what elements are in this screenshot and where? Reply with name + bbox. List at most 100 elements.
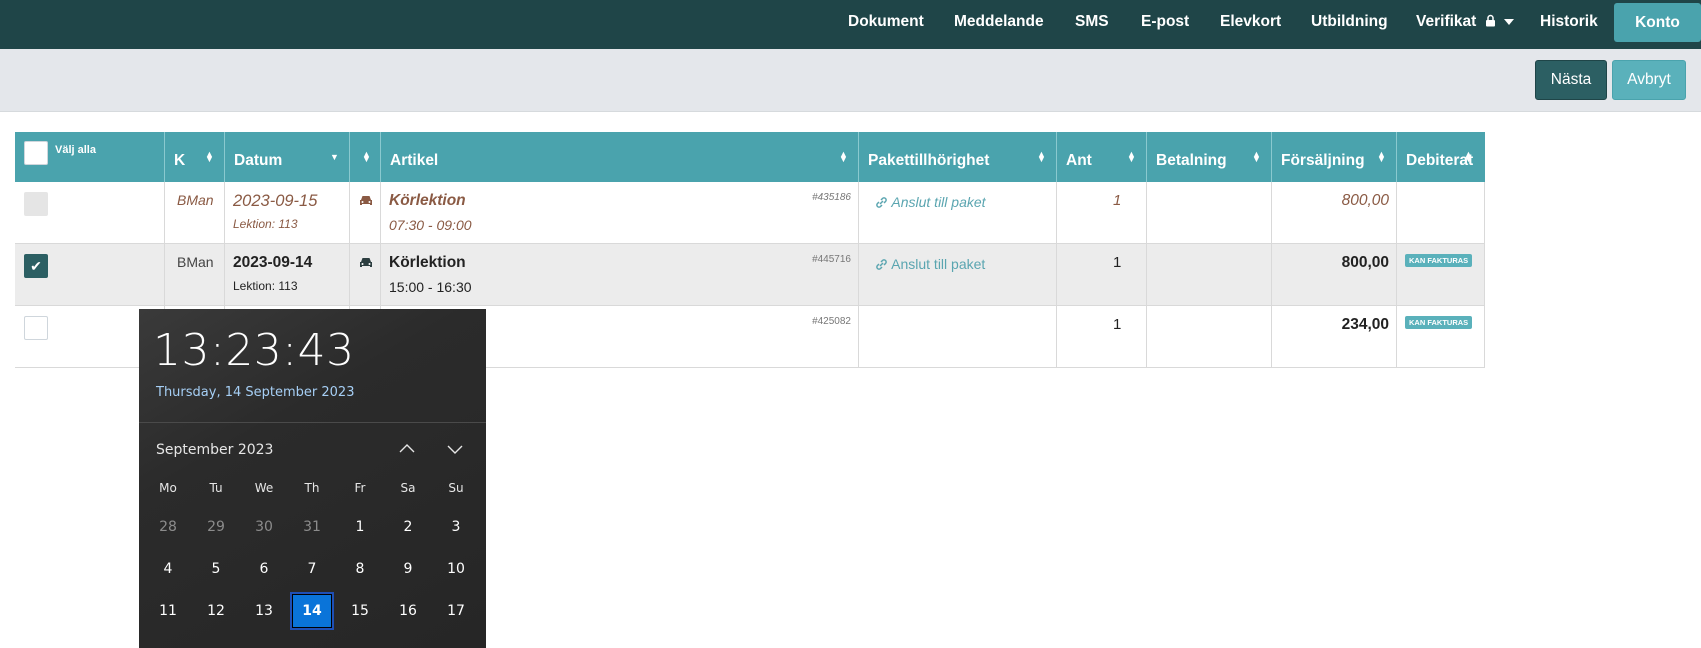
column-header-debiterat[interactable]: Debiterat ▲ ▼ — [1397, 132, 1485, 182]
calendar-day[interactable]: 2 — [386, 508, 430, 546]
calendar-day[interactable]: 3 — [434, 508, 478, 546]
sort-icon: ▲ ▼ — [1037, 149, 1046, 164]
next-button[interactable]: Nästa — [1535, 60, 1607, 100]
join-package-label: Anslut till paket — [891, 194, 986, 210]
nav-meddelande[interactable]: Meddelande — [954, 0, 1044, 44]
account-button[interactable]: Konto — [1614, 3, 1701, 42]
date-cell: 2023-09-15 Lektion: 113 — [225, 182, 350, 244]
calendar-day[interactable]: 1 — [338, 508, 382, 546]
nav-historik[interactable]: Historik — [1540, 0, 1598, 44]
column-header-artikel[interactable]: Artikel ▲ ▼ — [381, 132, 859, 182]
k-value: BMan — [177, 254, 214, 270]
status-badge: KAN FAKTURAS — [1405, 254, 1473, 267]
calendar-day[interactable]: 9 — [386, 550, 430, 588]
date-cell: 2023-09-14 Lektion: 113 — [225, 244, 350, 306]
chevron-down-icon — [447, 445, 463, 454]
previous-month-button[interactable] — [397, 439, 417, 459]
divider — [139, 422, 486, 423]
article-id: #445716 — [812, 254, 851, 265]
select-all-label: Välj alla — [55, 144, 96, 156]
calendar-day[interactable]: 30 — [242, 508, 286, 546]
sale-cell: 800,00 — [1272, 244, 1397, 306]
next-month-button[interactable] — [445, 439, 465, 459]
sale-cell: 800,00 — [1272, 182, 1397, 244]
row-checkbox[interactable]: ✔ — [24, 254, 48, 278]
clock-date-link[interactable]: Thursday, 14 September 2023 — [156, 385, 354, 400]
column-header-type[interactable]: ▲ ▼ — [350, 132, 381, 182]
article-id: #425082 — [812, 316, 851, 327]
calendar-day[interactable]: 15 — [338, 592, 382, 630]
qty-cell: 1 — [1057, 306, 1147, 368]
table-row: BMan 2023-09-15 Lektion: 113 Körlektion … — [15, 182, 1485, 244]
article-cell: Körlektion 07:30 - 09:00 #435186 — [381, 182, 859, 244]
column-header-betalning[interactable]: Betalning ▲ ▼ — [1147, 132, 1272, 182]
nav-epost[interactable]: E-post — [1141, 0, 1189, 44]
payment-cell — [1147, 306, 1272, 368]
date-value: 2023-09-15 — [233, 192, 318, 210]
weekday-label: Fr — [354, 481, 366, 495]
article-time: 15:00 - 16:30 — [389, 279, 472, 295]
sale-cell: 234,00 — [1272, 306, 1397, 368]
link-icon — [876, 259, 887, 270]
chevron-down-icon — [1503, 18, 1514, 25]
sort-icon: ▲ ▼ — [1464, 149, 1473, 164]
column-header-forsaljning[interactable]: Försäljning ▲ ▼ — [1272, 132, 1397, 182]
calendar-day[interactable]: 5 — [194, 550, 238, 588]
sale-value: 234,00 — [1341, 316, 1389, 333]
calendar-day[interactable]: 17 — [434, 592, 478, 630]
column-header-k[interactable]: K ▲ ▼ — [165, 132, 225, 182]
calendar-day[interactable]: 8 — [338, 550, 382, 588]
calendar-day[interactable]: 12 — [194, 592, 238, 630]
weekday-label: Th — [304, 481, 320, 495]
clock-time: 13:23:43 — [153, 325, 355, 376]
calendar-day[interactable]: 31 — [290, 508, 334, 546]
nav-utbildning[interactable]: Utbildning — [1311, 0, 1388, 44]
weekday-label: Tu — [209, 481, 223, 495]
top-navigation: Dokument Meddelande SMS E-post Elevkort … — [0, 0, 1701, 49]
article-time: 07:30 - 09:00 — [389, 217, 472, 233]
status-badge: KAN FAKTURAS — [1405, 316, 1473, 329]
k-value: BMan — [177, 192, 214, 208]
select-all-header: Välj alla — [15, 132, 165, 182]
nav-verifikat[interactable]: Verifikat — [1416, 0, 1514, 44]
date-value: 2023-09-14 — [233, 254, 313, 271]
calendar-day[interactable]: 6 — [242, 550, 286, 588]
lock-icon — [1485, 14, 1495, 27]
row-checkbox[interactable] — [24, 192, 48, 216]
calendar-day-today[interactable]: 14 — [290, 592, 334, 630]
package-cell: Anslut till paket — [859, 244, 1057, 306]
type-cell — [350, 244, 381, 306]
nav-sms[interactable]: SMS — [1075, 0, 1109, 44]
row-checkbox[interactable] — [24, 316, 48, 340]
payment-cell — [1147, 244, 1272, 306]
calendar-day[interactable]: 28 — [146, 508, 190, 546]
join-package-link[interactable]: Anslut till paket — [875, 256, 985, 272]
sort-icon: ▲ ▼ — [1252, 149, 1261, 164]
charged-cell: KAN FAKTURAS — [1397, 244, 1485, 306]
nav-elevkort[interactable]: Elevkort — [1220, 0, 1281, 44]
column-label: K — [174, 152, 186, 169]
calendar-day[interactable]: 16 — [386, 592, 430, 630]
calendar-day[interactable]: 4 — [146, 550, 190, 588]
calendar-month-label[interactable]: September 2023 — [156, 442, 273, 458]
table-header: Välj alla K ▲ ▼ Datum ▼ ▲ ▼ Artikel ▲ ▼ Pak… — [15, 132, 1485, 182]
column-header-ant[interactable]: Ant ▲ ▼ — [1057, 132, 1147, 182]
package-cell — [859, 306, 1057, 368]
nav-dokument[interactable]: Dokument — [848, 0, 924, 44]
lesson-value: Lektion: 113 — [233, 279, 298, 293]
join-package-link[interactable]: Anslut till paket — [875, 194, 986, 210]
lesson-value: Lektion: 113 — [233, 217, 298, 231]
column-label: Pakettillhörighet — [868, 152, 990, 169]
cancel-button[interactable]: Avbryt — [1612, 60, 1686, 100]
column-header-paket[interactable]: Pakettillhörighet ▲ ▼ — [859, 132, 1057, 182]
column-header-datum[interactable]: Datum ▼ — [225, 132, 350, 182]
calendar-day[interactable]: 29 — [194, 508, 238, 546]
calendar-day[interactable]: 7 — [290, 550, 334, 588]
calendar-day[interactable]: 10 — [434, 550, 478, 588]
package-cell: Anslut till paket — [859, 182, 1057, 244]
calendar-day[interactable]: 13 — [242, 592, 286, 630]
qty-cell: 1 — [1057, 244, 1147, 306]
select-all-checkbox[interactable] — [24, 141, 48, 165]
calendar-day[interactable]: 11 — [146, 592, 190, 630]
weekday-label: Sa — [400, 481, 416, 495]
